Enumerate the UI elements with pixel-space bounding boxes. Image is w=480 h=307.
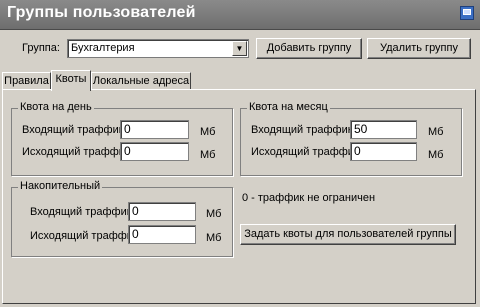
cumulative-incoming-unit: Мб bbox=[206, 208, 222, 220]
add-group-button[interactable]: Добавить группу bbox=[256, 38, 362, 59]
daily-quota-title: Квота на день bbox=[18, 101, 94, 113]
group-label: Группа: bbox=[22, 42, 60, 54]
monthly-incoming-input[interactable]: 50 bbox=[350, 120, 417, 139]
monthly-incoming-unit: Мб bbox=[428, 126, 444, 138]
cumulative-title: Накопительный bbox=[18, 180, 103, 192]
cumulative-incoming-label: Входящий траффик bbox=[30, 206, 132, 218]
monthly-outgoing-unit: Мб bbox=[428, 149, 444, 161]
daily-outgoing-unit: Мб bbox=[200, 149, 216, 161]
cumulative-outgoing-unit: Мб bbox=[206, 232, 222, 244]
daily-outgoing-label: Исходящий траффик bbox=[22, 146, 130, 158]
set-group-quotas-button[interactable]: Задать квоты для пользователей группы bbox=[240, 224, 456, 245]
daily-incoming-input[interactable]: 0 bbox=[120, 120, 189, 139]
title-bar: Группы пользователей bbox=[0, 0, 480, 30]
cumulative-incoming-input[interactable]: 0 bbox=[128, 202, 196, 221]
tab-local-addresses[interactable]: Локальные адреса bbox=[91, 72, 191, 90]
monthly-outgoing-label: Исходящий траффик bbox=[251, 146, 359, 158]
group-select-value: Бухгалтерия bbox=[71, 42, 135, 54]
window-title: Группы пользователей bbox=[7, 4, 196, 21]
cumulative-outgoing-input[interactable]: 0 bbox=[128, 225, 196, 244]
cumulative-group: Накопительный bbox=[11, 180, 233, 257]
group-select[interactable]: Бухгалтерия ▼ bbox=[67, 39, 249, 58]
monthly-outgoing-input[interactable]: 0 bbox=[350, 142, 417, 161]
cumulative-outgoing-label: Исходящий траффик bbox=[30, 230, 138, 242]
delete-group-button[interactable]: Удалить группу bbox=[367, 38, 471, 59]
monthly-quota-title: Квота на месяц bbox=[247, 101, 330, 113]
daily-incoming-unit: Мб bbox=[200, 126, 216, 138]
tab-rules[interactable]: Правила bbox=[2, 72, 51, 90]
monthly-incoming-label: Входящий траффик bbox=[251, 124, 353, 136]
unlimited-note: 0 - траффик не ограничен bbox=[242, 192, 376, 204]
chevron-down-icon[interactable]: ▼ bbox=[232, 41, 247, 56]
daily-outgoing-input[interactable]: 0 bbox=[120, 142, 189, 161]
daily-incoming-label: Входящий траффик bbox=[22, 124, 124, 136]
tab-quotas[interactable]: Квоты bbox=[51, 70, 91, 91]
window-icon[interactable] bbox=[460, 6, 474, 20]
